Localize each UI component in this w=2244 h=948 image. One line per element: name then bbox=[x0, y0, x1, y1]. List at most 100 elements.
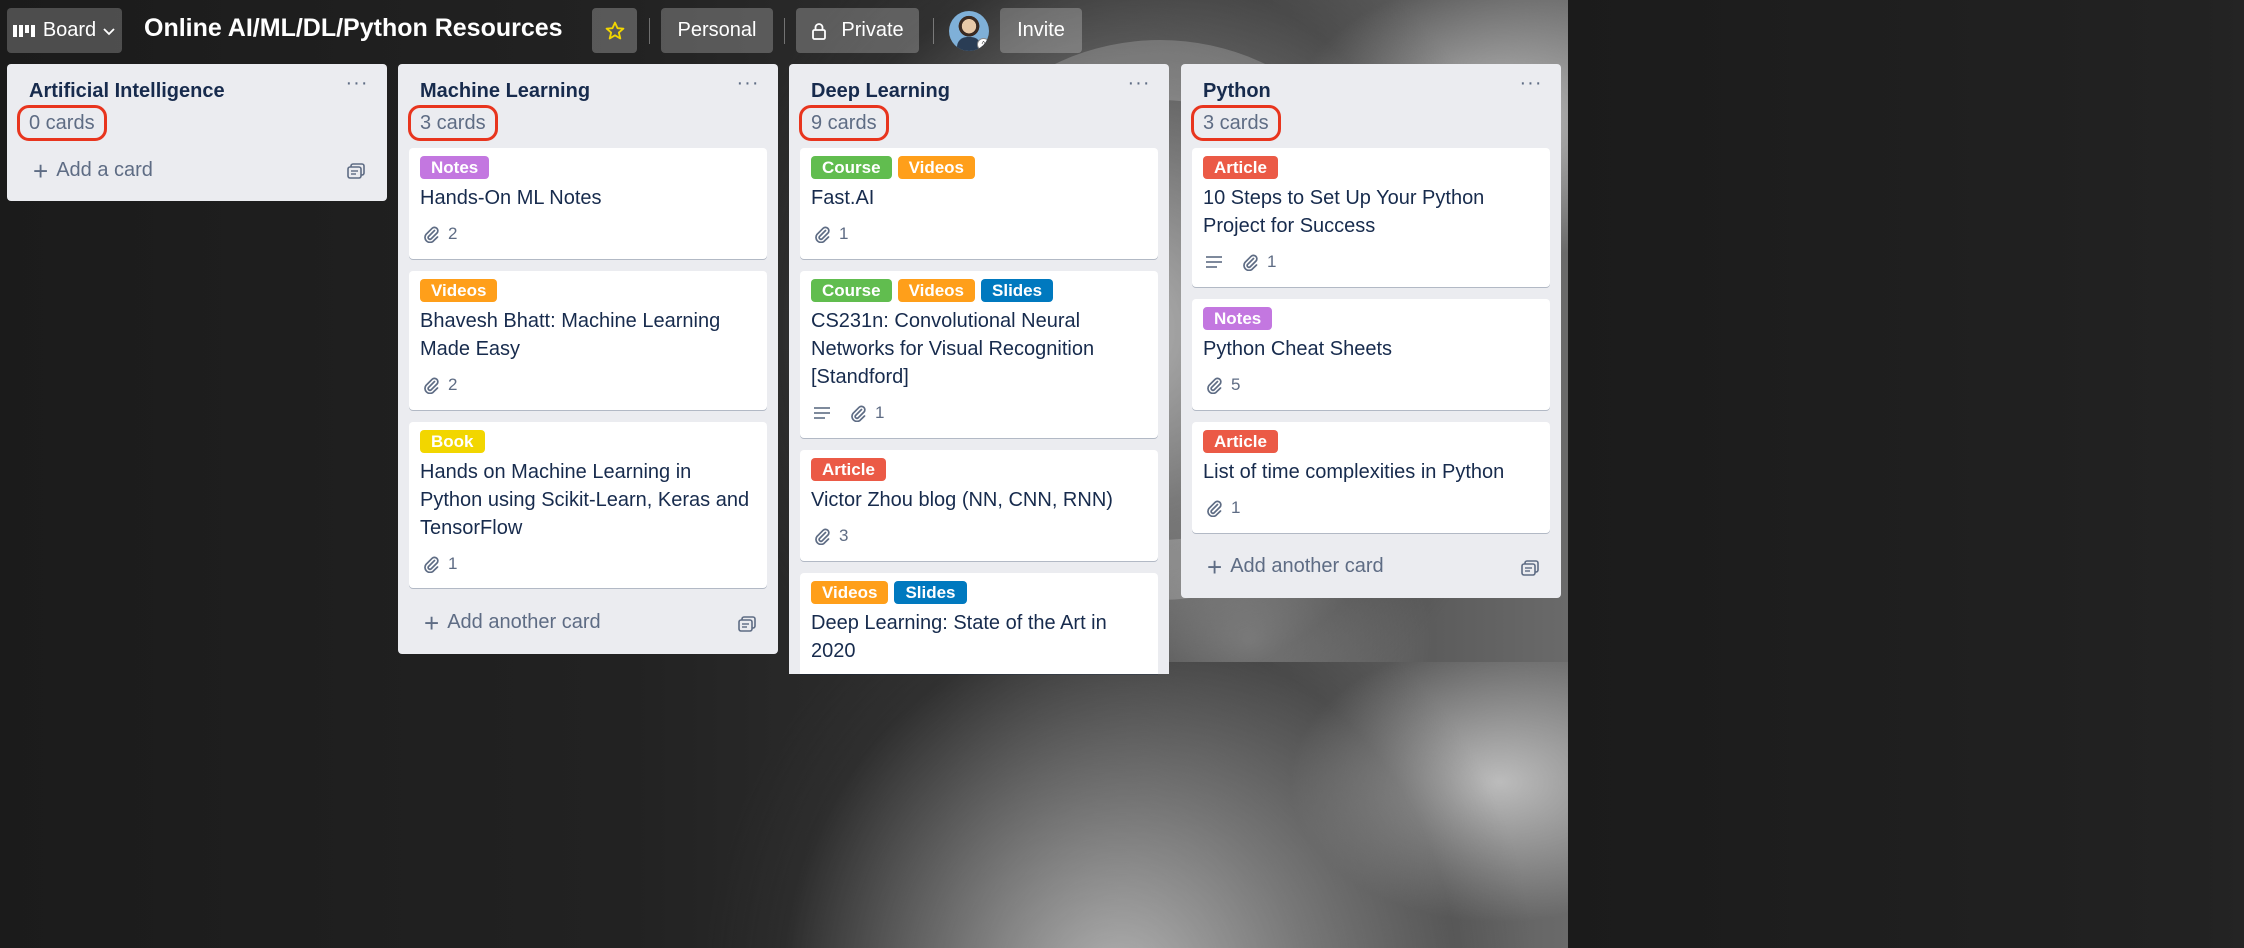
label-article: Article bbox=[1203, 430, 1278, 453]
list-card[interactable]: Notes Hands-On ML Notes 2 bbox=[409, 148, 767, 259]
label-notes: Notes bbox=[1203, 307, 1273, 330]
list-menu-icon[interactable]: ··· bbox=[1127, 73, 1151, 96]
card-title: Python Cheat Sheets bbox=[1203, 338, 1393, 360]
card-count: 9 cards bbox=[799, 105, 889, 141]
attachments-count: 1 bbox=[1231, 498, 1241, 517]
attachments-badge: 2 bbox=[422, 375, 457, 395]
list-python: Python ··· 3 cards Article 10 Steps to S… bbox=[1181, 64, 1561, 598]
star-icon bbox=[605, 21, 624, 39]
card-title: Hands on Machine Learning in Python usin… bbox=[420, 461, 750, 539]
list-title[interactable]: Deep Learning bbox=[811, 80, 950, 103]
privacy-button[interactable]: Private bbox=[796, 8, 919, 53]
list-card[interactable]: Videos Slides Deep Learning: State of th… bbox=[800, 573, 1158, 674]
card-title: Victor Zhou blog (NN, CNN, RNN) bbox=[811, 489, 1113, 511]
board-switcher-button[interactable]: Board bbox=[7, 8, 122, 53]
paperclip-icon bbox=[424, 556, 439, 573]
avatar[interactable]: ^ bbox=[949, 11, 989, 51]
list-menu-icon[interactable]: ··· bbox=[736, 73, 760, 96]
add-card-button[interactable]: + Add another card bbox=[1207, 554, 1384, 580]
board-button-label: Board bbox=[42, 19, 97, 41]
card-count: 3 cards bbox=[408, 105, 498, 141]
paperclip-icon bbox=[815, 226, 830, 243]
list-deep-learning: Deep Learning ··· 9 cards Course Videos … bbox=[789, 64, 1169, 674]
label-videos: Videos bbox=[420, 279, 498, 302]
label-course: Course bbox=[811, 279, 892, 302]
description-icon bbox=[814, 407, 830, 419]
privacy-label: Private bbox=[841, 19, 904, 41]
attachments-count: 2 bbox=[448, 375, 458, 394]
paperclip-icon bbox=[424, 377, 439, 394]
label-videos: Videos bbox=[897, 279, 976, 302]
attachments-badge: 1 bbox=[422, 554, 457, 574]
card-title: Fast.AI bbox=[811, 187, 875, 209]
card-template-icon[interactable] bbox=[737, 613, 759, 633]
attachments-count: 5 bbox=[1231, 375, 1241, 394]
attachments-count: 1 bbox=[875, 403, 885, 422]
paperclip-icon bbox=[1207, 377, 1222, 394]
list-card[interactable]: Article List of time complexities in Pyt… bbox=[1192, 422, 1550, 533]
board-icon bbox=[12, 24, 35, 37]
attachments-count: 2 bbox=[448, 224, 458, 243]
attachments-badge: 1 bbox=[849, 403, 884, 423]
card-template-icon[interactable] bbox=[346, 160, 368, 180]
list-card[interactable]: Notes Python Cheat Sheets 5 bbox=[1192, 299, 1550, 410]
list-card[interactable]: Article Victor Zhou blog (NN, CNN, RNN) … bbox=[800, 450, 1158, 561]
attachments-badge: 1 bbox=[1205, 498, 1240, 518]
star-button[interactable] bbox=[592, 8, 637, 53]
attachments-badge: 1 bbox=[1241, 252, 1276, 272]
paperclip-icon bbox=[424, 226, 439, 243]
card-title: Bhavesh Bhatt: Machine Learning Made Eas… bbox=[420, 310, 721, 360]
attachments-count: 1 bbox=[839, 224, 849, 243]
team-visibility-button[interactable]: Personal bbox=[661, 8, 773, 53]
card-template-icon[interactable] bbox=[1520, 557, 1542, 577]
list-card[interactable]: Course Videos Slides CS231n: Convolution… bbox=[800, 271, 1158, 438]
list-artificial-intelligence: Artificial Intelligence ··· 0 cards + Ad… bbox=[7, 64, 387, 201]
label-book: Book bbox=[420, 430, 485, 453]
label-article: Article bbox=[811, 458, 886, 481]
add-card-label: Add another card bbox=[1230, 555, 1384, 577]
description-icon bbox=[1206, 256, 1222, 268]
add-card-button[interactable]: + Add another card bbox=[424, 610, 601, 636]
card-title: Deep Learning: State of the Art in 2020 bbox=[811, 612, 1107, 662]
list-title[interactable]: Python bbox=[1203, 80, 1271, 103]
label-notes: Notes bbox=[420, 156, 490, 179]
attachments-badge: 3 bbox=[813, 526, 848, 546]
list-menu-icon[interactable]: ··· bbox=[345, 73, 369, 96]
label-slides: Slides bbox=[894, 581, 967, 604]
attachments-count: 1 bbox=[448, 554, 458, 573]
label-videos: Videos bbox=[897, 156, 976, 179]
label-slides: Slides bbox=[981, 279, 1054, 302]
attachments-count: 1 bbox=[1267, 252, 1277, 271]
label-videos: Videos bbox=[811, 581, 889, 604]
attachments-badge: 1 bbox=[813, 224, 848, 244]
board-header: Board Online AI/ML/DL/Python Resources P… bbox=[0, 0, 1568, 62]
card-title: Hands-On ML Notes bbox=[420, 187, 602, 209]
list-card[interactable]: Videos Bhavesh Bhatt: Machine Learning M… bbox=[409, 271, 767, 410]
label-article: Article bbox=[1203, 156, 1278, 179]
card-title: 10 Steps to Set Up Your Python Project f… bbox=[1203, 187, 1485, 237]
admin-badge-icon: ^ bbox=[977, 38, 989, 51]
card-count: 0 cards bbox=[17, 105, 107, 141]
paperclip-icon bbox=[1243, 254, 1258, 271]
add-card-button[interactable]: + Add a card bbox=[33, 155, 153, 186]
list-title[interactable]: Machine Learning bbox=[420, 80, 590, 103]
paperclip-icon bbox=[1207, 500, 1222, 517]
add-card-label: Add a card bbox=[56, 159, 153, 181]
list-card[interactable]: Article 10 Steps to Set Up Your Python P… bbox=[1192, 148, 1550, 287]
chevron-down-icon bbox=[103, 27, 115, 35]
list-title[interactable]: Artificial Intelligence bbox=[29, 80, 225, 103]
card-count: 3 cards bbox=[1191, 105, 1281, 141]
lock-icon bbox=[812, 22, 827, 40]
header-divider bbox=[933, 18, 934, 44]
list-card[interactable]: Book Hands on Machine Learning in Python… bbox=[409, 422, 767, 588]
attachments-count: 3 bbox=[839, 526, 849, 545]
plus-icon: + bbox=[33, 155, 49, 186]
attachments-badge: 5 bbox=[1205, 375, 1240, 395]
board-title[interactable]: Online AI/ML/DL/Python Resources bbox=[144, 14, 563, 43]
invite-button[interactable]: Invite bbox=[1000, 8, 1082, 53]
list-menu-icon[interactable]: ··· bbox=[1519, 73, 1543, 96]
paperclip-icon bbox=[815, 528, 830, 545]
list-card[interactable]: Course Videos Fast.AI 1 bbox=[800, 148, 1158, 259]
card-title: CS231n: Convolutional Neural Networks fo… bbox=[811, 310, 1095, 388]
attachments-badge: 2 bbox=[422, 224, 457, 244]
